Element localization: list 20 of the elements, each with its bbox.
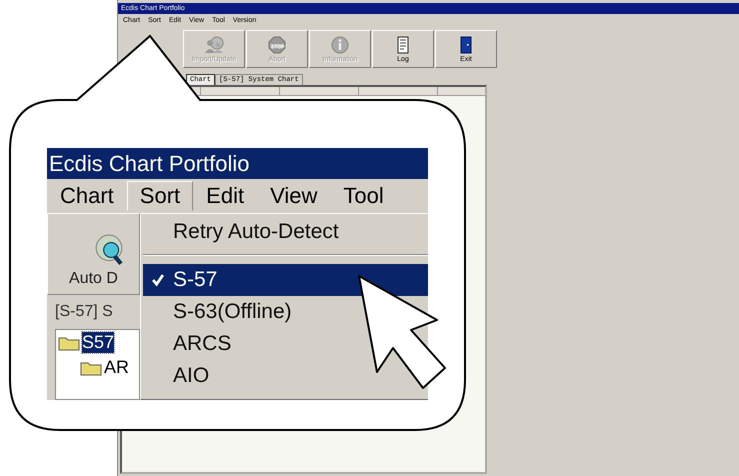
tree-item[interactable]: S57 bbox=[82, 332, 114, 353]
menu-item[interactable]: Chart bbox=[47, 181, 127, 211]
menu-item[interactable]: AIO bbox=[143, 360, 428, 392]
window-title: Ecdis Chart Portfolio bbox=[47, 148, 428, 179]
menu-item[interactable]: View bbox=[257, 181, 330, 211]
info-icon bbox=[330, 36, 350, 54]
menu-item[interactable]: Edit bbox=[193, 181, 258, 211]
disc-magnifier-icon bbox=[92, 234, 124, 266]
folder-icon bbox=[58, 334, 80, 350]
tab[interactable]: [S-57] S bbox=[47, 299, 140, 325]
menu-item[interactable]: S-63(Offline) bbox=[143, 296, 428, 328]
menu-item[interactable]: Tool bbox=[330, 181, 397, 211]
tree-item[interactable]: AR bbox=[104, 357, 130, 378]
auto-detect-button[interactable]: Auto D bbox=[47, 213, 140, 295]
folder-icon bbox=[80, 360, 102, 376]
menu-item[interactable]: ARCS bbox=[143, 328, 428, 360]
menu-item[interactable]: Sort bbox=[126, 181, 194, 211]
menu-item[interactable]: S-57 bbox=[143, 264, 428, 296]
people-icon bbox=[204, 36, 224, 54]
menu-item[interactable]: Retry Auto-Detect bbox=[143, 216, 428, 248]
